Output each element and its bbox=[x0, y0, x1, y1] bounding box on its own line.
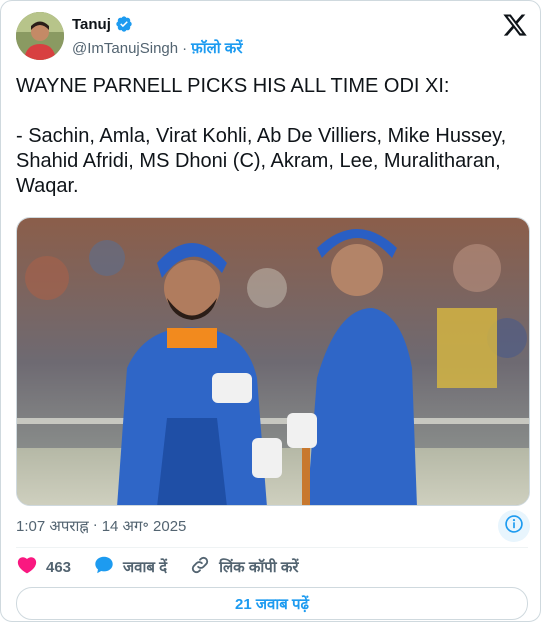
tweet-time: 1:07 अपराह्न bbox=[16, 518, 89, 535]
tweet-header: Tanuj @ImTanujSingh · फ़ॉलो करें bbox=[16, 12, 528, 62]
tweet-timestamp[interactable]: 1:07 अपराह्न · 14 अग॰ 2025 bbox=[16, 516, 186, 536]
x-logo-icon[interactable] bbox=[502, 12, 528, 38]
tweet-card: Tanuj @ImTanujSingh · फ़ॉलो करें WAYNE P… bbox=[0, 0, 541, 622]
verified-badge-icon bbox=[115, 15, 133, 33]
link-icon bbox=[189, 554, 211, 581]
timestamp-separator: · bbox=[92, 516, 98, 533]
tweet-date: 14 अग॰ 2025 bbox=[101, 518, 187, 535]
like-button[interactable]: 463 bbox=[16, 554, 71, 581]
author-name-row: Tanuj bbox=[72, 15, 133, 33]
copy-link-label: लिंक कॉपी करें bbox=[219, 559, 299, 576]
heart-icon bbox=[16, 554, 38, 581]
tweet-actions: 463 जवाब दें लिंक कॉपी करें bbox=[16, 554, 320, 580]
follow-button[interactable]: फ़ॉलो करें bbox=[191, 38, 242, 58]
tweet-text: WAYNE PARNELL PICKS HIS ALL TIME ODI XI:… bbox=[16, 75, 507, 197]
separator-dot: · bbox=[182, 39, 188, 57]
reply-button[interactable]: जवाब दें bbox=[93, 554, 167, 581]
reply-label: जवाब दें bbox=[123, 559, 168, 576]
read-replies-label: 21 जवाब पढ़ें bbox=[235, 595, 309, 613]
author-avatar[interactable] bbox=[16, 12, 64, 60]
like-count: 463 bbox=[46, 558, 72, 576]
reply-bubble-icon bbox=[93, 554, 115, 581]
info-button[interactable] bbox=[498, 510, 530, 542]
author-name[interactable]: Tanuj bbox=[72, 16, 111, 33]
info-icon bbox=[504, 514, 524, 539]
tweet-photo[interactable] bbox=[16, 217, 530, 506]
read-replies-button[interactable]: 21 जवाब पढ़ें bbox=[16, 587, 528, 620]
author-handle[interactable]: @ImTanujSingh bbox=[72, 40, 178, 57]
author-handle-row: @ImTanujSingh · फ़ॉलो करें bbox=[72, 38, 242, 58]
divider bbox=[16, 547, 528, 548]
copy-link-button[interactable]: लिंक कॉपी करें bbox=[189, 554, 298, 581]
